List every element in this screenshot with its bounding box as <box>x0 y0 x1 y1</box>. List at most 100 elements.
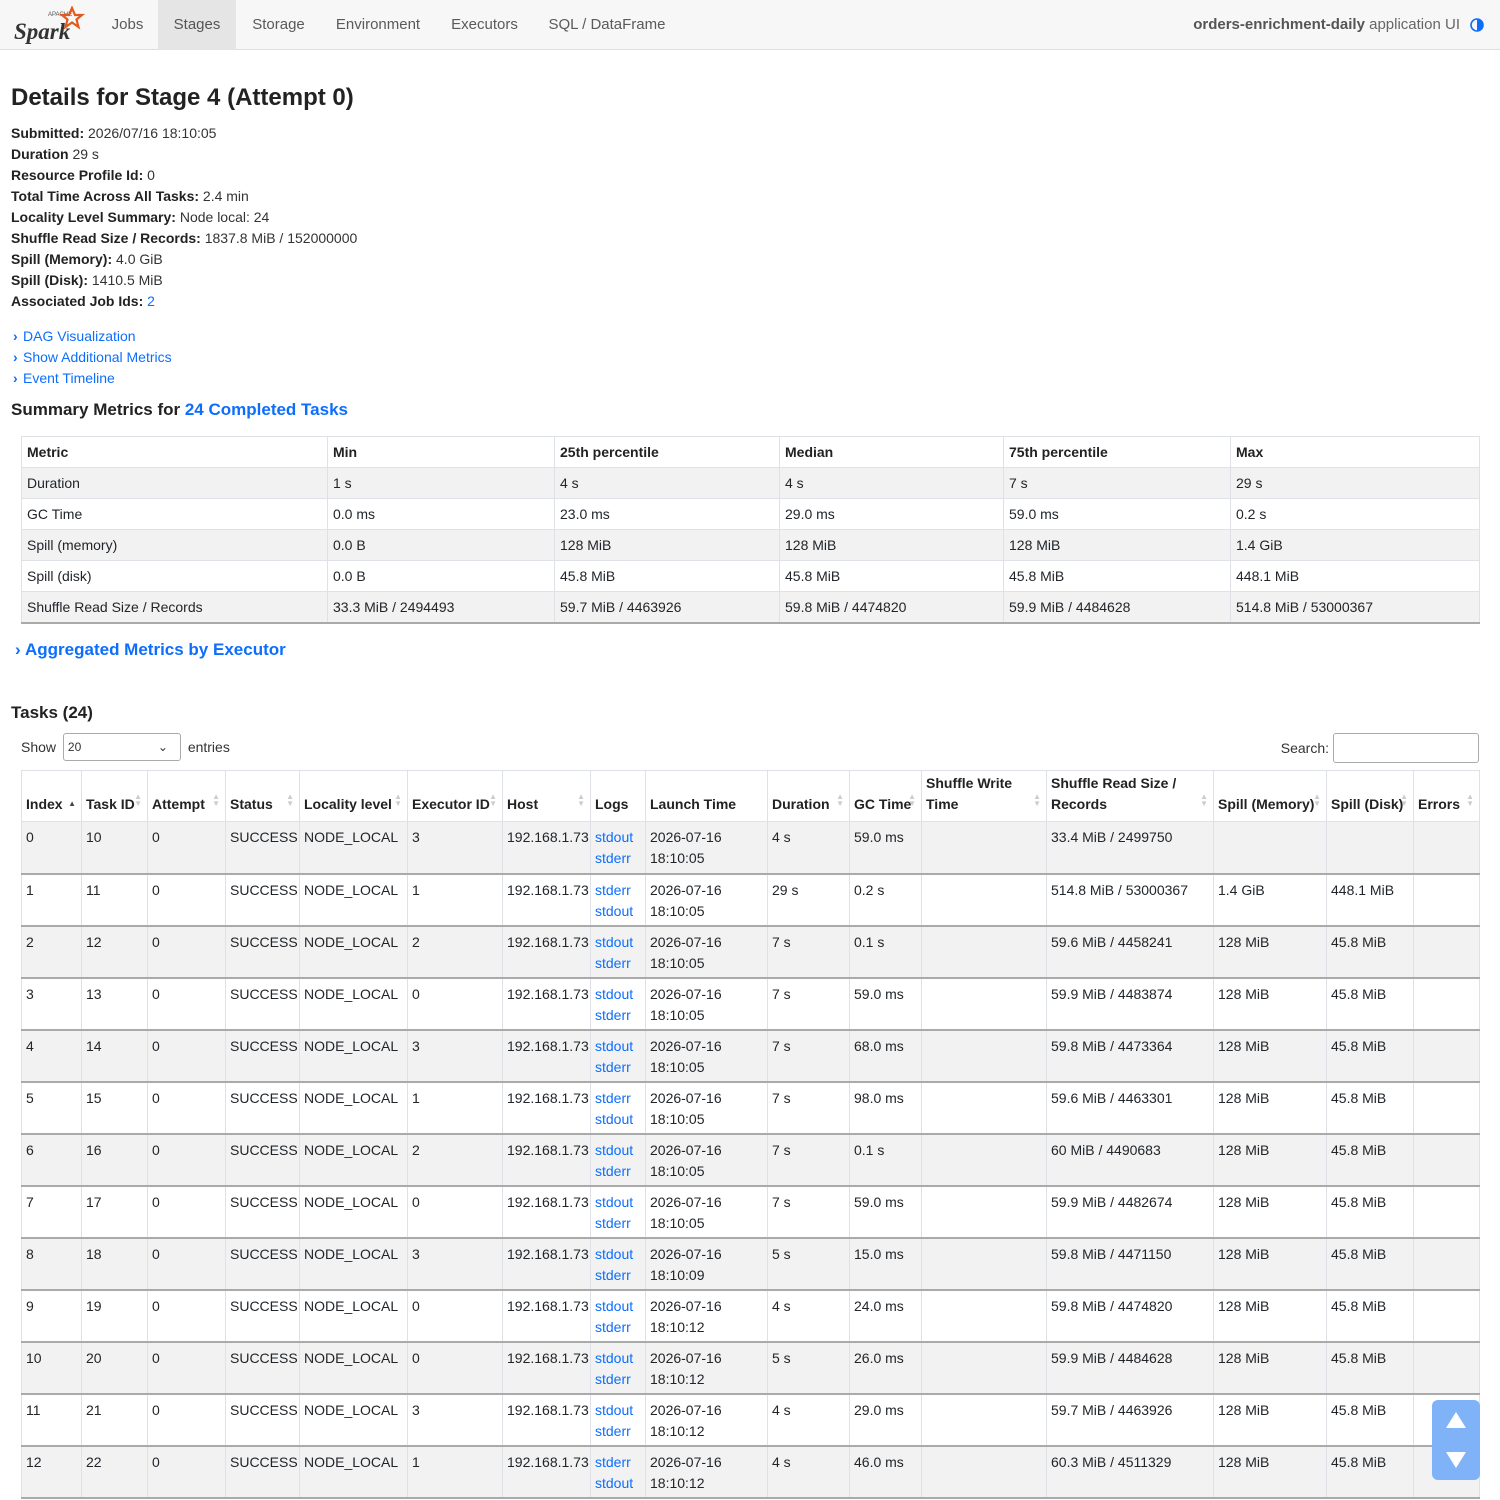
tab-stages[interactable]: Stages <box>158 0 236 50</box>
column-header-locality-level[interactable]: Locality level ▲ ▼ <box>299 770 408 822</box>
log-link[interactable]: stderr <box>595 848 641 869</box>
search-input[interactable] <box>1333 733 1479 763</box>
page-size-select[interactable]: 20 ⌄ <box>62 733 181 761</box>
log-link[interactable]: stdout <box>595 1473 641 1494</box>
task-host: 192.168.1.73 <box>502 1133 591 1187</box>
column-header-logs[interactable]: Logs▲▼ <box>590 770 646 822</box>
task-spill-disk: 45.8 MiB <box>1326 925 1414 979</box>
tab-jobs[interactable]: Jobs <box>97 0 158 50</box>
column-header-attempt[interactable]: Attempt ▲ ▼ <box>147 770 226 822</box>
task-task-id: 18 <box>81 1237 148 1291</box>
scroll-up-icon[interactable] <box>1446 1412 1466 1428</box>
column-label: Attempt <box>152 796 205 812</box>
task-gc: 59.0 ms <box>849 1185 922 1239</box>
task-logs: stdout stderr <box>590 1185 646 1239</box>
column-header-shuffle-write-time[interactable]: Shuffle Write Time ▲ ▼ <box>921 770 1047 822</box>
event-timeline-toggle[interactable]: › Event Timeline <box>13 368 172 389</box>
additional-metrics-toggle[interactable]: › Show Additional Metrics <box>13 347 172 368</box>
tasks-table: Index ▲ Task ID ▲ ▼ Attempt ▲ ▼ Status ▲ ▼ Locality… <box>21 770 1480 1499</box>
task-shuffle-read: 59.9 MiB / 4482674 <box>1046 1185 1214 1239</box>
log-link[interactable]: stderr <box>595 1005 641 1026</box>
log-link[interactable]: stdout <box>595 1036 641 1057</box>
column-header-executor-id[interactable]: Executor ID ▲ ▼ <box>407 770 503 822</box>
task-task-id: 12 <box>81 925 148 979</box>
task-task-id: 22 <box>81 1445 148 1499</box>
task-status: SUCCESS <box>225 821 300 875</box>
task-task-id: 19 <box>81 1289 148 1343</box>
column-header-gc-time[interactable]: GC Time ▲ ▼ <box>849 770 922 822</box>
log-link[interactable]: stderr <box>595 1088 641 1109</box>
log-link[interactable]: stderr <box>595 1421 641 1442</box>
task-task-id: 21 <box>81 1393 148 1447</box>
logo-spark-text: Spark <box>14 19 71 44</box>
tab-storage[interactable]: Storage <box>236 0 321 50</box>
log-link[interactable]: stderr <box>595 880 641 901</box>
completed-tasks-link[interactable]: 24 Completed Tasks <box>185 400 348 419</box>
launch-time-part: 18:10:05 <box>650 1058 705 1075</box>
dag-visualization-toggle[interactable]: › DAG Visualization <box>13 326 172 347</box>
log-link[interactable]: stderr <box>595 1369 641 1390</box>
task-host: 192.168.1.73 <box>502 977 591 1031</box>
task-shuffle-write <box>921 1133 1047 1187</box>
sort-icon: ▲ ▼ <box>489 792 497 808</box>
log-link[interactable]: stdout <box>595 932 641 953</box>
search-control: Search: <box>1281 733 1479 763</box>
task-executor: 1 <box>407 873 503 927</box>
log-link[interactable]: stdout <box>595 1109 641 1130</box>
column-header-duration[interactable]: Duration ▲ ▼ <box>767 770 850 822</box>
log-link[interactable]: stderr <box>595 1452 641 1473</box>
task-index: 6 <box>21 1133 82 1187</box>
log-link[interactable]: stdout <box>595 1140 641 1161</box>
column-header-launch-time[interactable]: Launch Time▲▼ <box>645 770 768 822</box>
task-errors <box>1413 1185 1480 1239</box>
metrics-row: Spill (memory) 0.0 B 128 MiB 128 MiB 128 MiB… <box>21 529 1480 561</box>
task-executor: 2 <box>407 925 503 979</box>
scroll-down-icon[interactable] <box>1446 1452 1466 1468</box>
column-header-shuffle-read-size-records[interactable]: Shuffle Read Size / Records ▲ ▼ <box>1046 770 1214 822</box>
log-link[interactable]: stderr <box>595 1265 641 1286</box>
task-spill-mem: 128 MiB <box>1213 1341 1327 1395</box>
job-id-link[interactable]: 2 <box>147 293 155 309</box>
log-link[interactable]: stdout <box>595 1348 641 1369</box>
log-link[interactable]: stdout <box>595 1192 641 1213</box>
log-link[interactable]: stdout <box>595 1244 641 1265</box>
spark-logo[interactable]: APACHE Spark <box>12 6 88 44</box>
task-host: 192.168.1.73 <box>502 873 591 927</box>
application-name: orders-enrichment-daily <box>1193 16 1365 33</box>
theme-toggle-icon[interactable] <box>1470 18 1484 32</box>
task-row: 11 21 0 SUCCESS NODE_LOCAL 3 192.168.1.73 stdou… <box>21 1393 1480 1447</box>
column-header-errors[interactable]: Errors ▲ ▼ <box>1413 770 1480 822</box>
column-label: Errors <box>1418 796 1461 812</box>
metrics-column-header: 25th percentile <box>554 436 780 468</box>
task-locality: NODE_LOCAL <box>299 873 408 927</box>
log-link[interactable]: stdout <box>595 1296 641 1317</box>
log-link[interactable]: stderr <box>595 1213 641 1234</box>
log-link[interactable]: stdout <box>595 1400 641 1421</box>
log-link[interactable]: stderr <box>595 1057 641 1078</box>
column-header-spill-disk[interactable]: Spill (Disk) ▲ ▼ <box>1326 770 1414 822</box>
column-header-task-id[interactable]: Task ID ▲ ▼ <box>81 770 148 822</box>
log-link[interactable]: stdout <box>595 984 641 1005</box>
log-link[interactable]: stdout <box>595 901 641 922</box>
task-duration: 4 s <box>767 1393 850 1447</box>
chevron-right-icon: › <box>15 640 21 659</box>
tab-environment[interactable]: Environment <box>321 0 435 50</box>
task-logs: stdout stderr <box>590 1133 646 1187</box>
log-link[interactable]: stderr <box>595 953 641 974</box>
task-executor: 0 <box>407 1289 503 1343</box>
tab-sql-dataframe[interactable]: SQL / DataFrame <box>534 0 680 50</box>
aggregated-metrics-toggle[interactable]: › Aggregated Metrics by Executor <box>15 640 286 660</box>
log-link[interactable]: stdout <box>595 827 641 848</box>
log-link[interactable]: stderr <box>595 1161 641 1182</box>
column-header-index[interactable]: Index ▲ <box>21 770 82 822</box>
column-header-spill-memory[interactable]: Spill (Memory) ▲ ▼ <box>1213 770 1327 822</box>
tab-executors[interactable]: Executors <box>435 0 534 50</box>
summary-resource-profile: Resource Profile Id: 0 <box>11 165 357 186</box>
launch-time-part: 2026-07-16 <box>650 1349 722 1366</box>
column-header-host[interactable]: Host ▲ ▼ <box>502 770 591 822</box>
launch-time-part: 2026-07-16 <box>650 829 722 845</box>
column-header-status[interactable]: Status ▲ ▼ <box>225 770 300 822</box>
task-spill-disk: 45.8 MiB <box>1326 1445 1414 1499</box>
summary-label: Total Time Across All Tasks: <box>11 188 200 204</box>
log-link[interactable]: stderr <box>595 1317 641 1338</box>
